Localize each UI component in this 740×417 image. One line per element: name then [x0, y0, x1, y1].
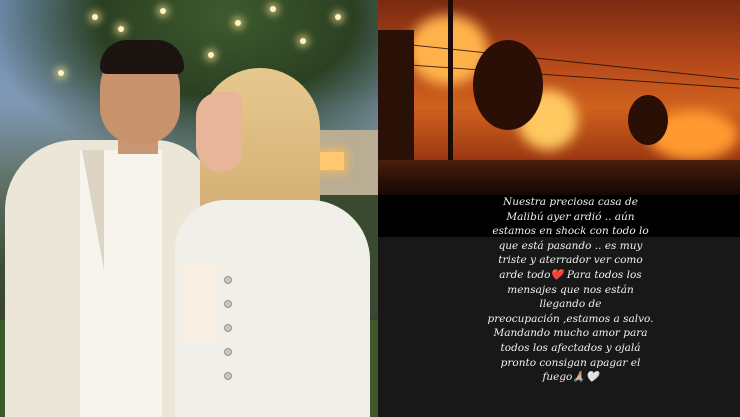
- caption-line: preocupación ,estamos a salvo.: [487, 312, 654, 325]
- story-collage: Nuestra preciosa casa de Malibú ayer ard…: [0, 0, 740, 417]
- utility-pole: [448, 0, 453, 175]
- caption-line: triste y aterrador ver como: [498, 254, 643, 267]
- woman-face: [196, 92, 242, 172]
- instagram-story-panel: Nuestra preciosa casa de Malibú ayer ard…: [378, 0, 740, 417]
- caption-line: Nuestra preciosa casa de: [503, 196, 638, 208]
- tree-silhouette: [628, 95, 668, 145]
- caption-line: fuego🙏🏼🤍: [542, 371, 599, 384]
- caption-line: pronto consigan apagar el: [500, 356, 641, 369]
- caption-line: llegando de: [539, 298, 602, 311]
- caption-line: mensajes que nos están: [507, 283, 634, 296]
- tree-silhouette: [473, 40, 543, 130]
- woman-lace-top: [180, 262, 220, 342]
- building-silhouette: [378, 30, 414, 180]
- couple-photo: [0, 0, 378, 417]
- caption-line: arde todo❤️ Para todos los: [499, 268, 642, 281]
- caption-line: Mandando mucho amor para: [493, 327, 648, 340]
- street: [378, 160, 740, 195]
- wildfire-photo: [378, 0, 740, 195]
- caption-line: todos los afectados y ojalá: [500, 341, 641, 354]
- caption-line: Malibú ayer ardió .. aún: [506, 210, 635, 223]
- lit-window: [320, 152, 344, 170]
- man-lapel: [60, 150, 104, 270]
- story-caption: Nuestra preciosa casa de Malibú ayer ard…: [478, 195, 663, 385]
- caption-line: que está pasando .. es muy: [498, 239, 643, 252]
- man-hair: [100, 40, 184, 74]
- caption-line: estamos en shock con todo lo: [492, 225, 649, 238]
